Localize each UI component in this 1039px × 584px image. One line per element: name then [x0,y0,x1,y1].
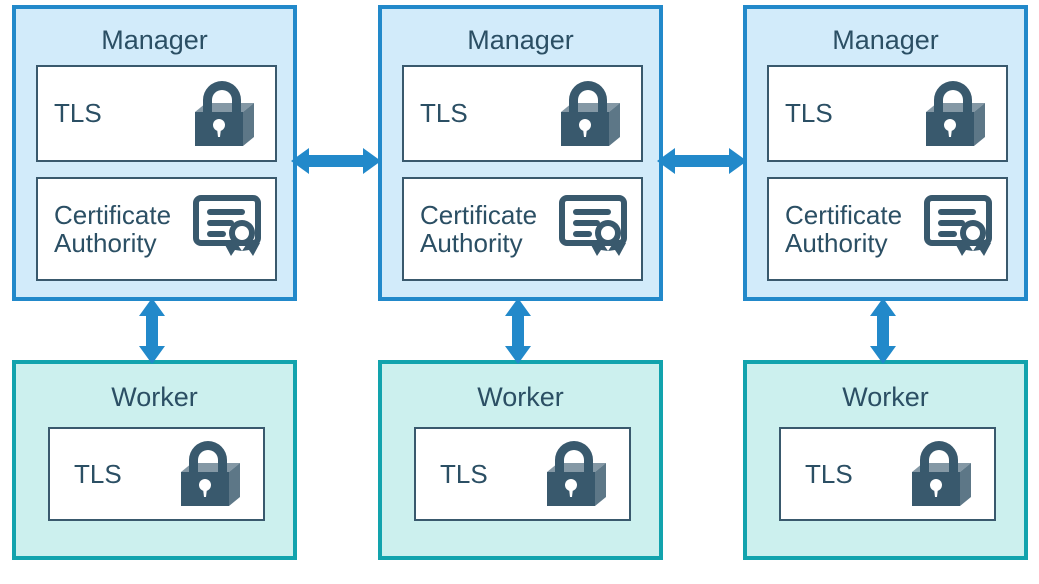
worker-title-2: Worker [477,382,564,412]
manager-3-ca-label: Certificate Authority [785,199,903,258]
connector-manager1-manager2 [291,143,381,179]
manager-2-ca-label: Certificate Authority [420,199,538,258]
manager-1-ca-label: Certificate Authority [54,199,172,258]
padlock-icon [535,436,613,512]
manager-1-tls-label: TLS [54,98,102,129]
padlock-icon [900,436,978,512]
worker-title-1: Worker [111,382,198,412]
worker-2-tls-label: TLS [440,458,488,489]
connector-manager1-worker1 [134,298,170,364]
manager-title-3: Manager [832,25,939,55]
worker-3-tls-panel[interactable]: TLS [779,427,996,521]
manager-title-2: Manager [467,25,574,55]
certificate-icon [559,195,631,263]
manager-title-1: Manager [101,25,208,55]
padlock-icon [549,76,627,152]
certificate-icon [924,195,996,263]
manager-1-ca-panel[interactable]: Certificate Authority [36,177,277,281]
manager-3-tls-panel[interactable]: TLS [767,65,1008,162]
manager-2-tls-panel[interactable]: TLS [402,65,643,162]
manager-3-tls-label: TLS [785,98,833,129]
padlock-icon [183,76,261,152]
padlock-icon [914,76,992,152]
worker-title-3: Worker [842,382,929,412]
manager-2-ca-panel[interactable]: Certificate Authority [402,177,643,281]
worker-node-3[interactable]: Worker TLS [743,360,1028,560]
worker-1-tls-panel[interactable]: TLS [48,427,265,521]
certificate-icon [193,195,265,263]
connector-manager2-worker2 [500,298,536,364]
worker-node-1[interactable]: Worker TLS [12,360,297,560]
manager-node-3[interactable]: Manager TLS Certificate Authority [743,5,1028,301]
padlock-icon [169,436,247,512]
manager-2-tls-label: TLS [420,98,468,129]
manager-1-tls-panel[interactable]: TLS [36,65,277,162]
worker-node-2[interactable]: Worker TLS [378,360,663,560]
manager-node-2[interactable]: Manager TLS Certificate Authority [378,5,663,301]
worker-3-tls-label: TLS [805,458,853,489]
connector-manager3-worker3 [865,298,901,364]
worker-1-tls-label: TLS [74,458,122,489]
worker-2-tls-panel[interactable]: TLS [414,427,631,521]
diagram-canvas: Manager TLS Certificate Authority Worker… [0,0,1039,584]
manager-3-ca-panel[interactable]: Certificate Authority [767,177,1008,281]
connector-manager2-manager3 [657,143,747,179]
manager-node-1[interactable]: Manager TLS Certificate Authority [12,5,297,301]
